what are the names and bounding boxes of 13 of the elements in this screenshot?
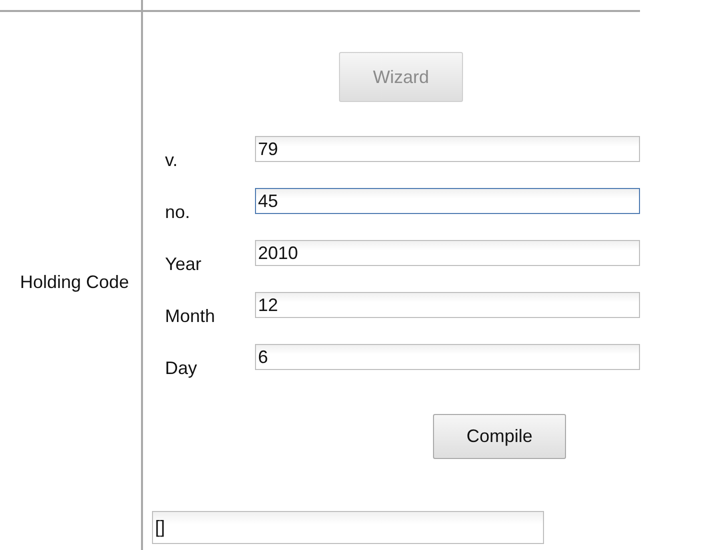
field-label: no. [165,202,192,223]
input-field[interactable]: 12 [255,292,640,318]
input-field[interactable]: 2010 [255,240,640,266]
field-label: v. [165,150,179,171]
field-label: Month [165,306,216,327]
field-label: Day [165,358,198,379]
input-field[interactable]: 6 [255,344,640,370]
input-field[interactable]: 45 [255,188,640,214]
field-label: Year [165,254,202,275]
result-field[interactable]: [] [152,511,544,544]
holding-code-label: Holding Code [20,272,130,292]
compile-button[interactable]: Compile [433,414,566,459]
input-field[interactable]: 79 [255,136,640,162]
